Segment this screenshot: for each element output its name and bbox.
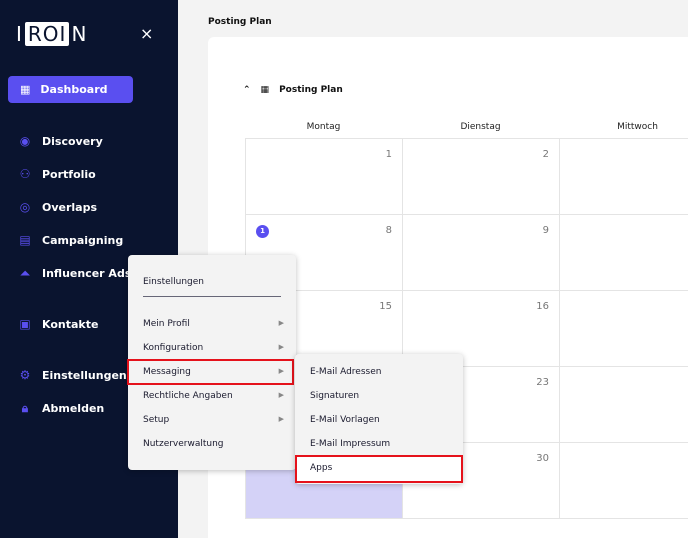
menu-item-label: Mein Profil xyxy=(143,319,190,329)
sidebar-item-label: Dashboard xyxy=(40,83,108,96)
caret-right-icon: ▶ xyxy=(278,391,284,399)
day-number: 8 xyxy=(385,225,392,236)
eye-icon: ◉ xyxy=(19,134,31,148)
highlight-apps xyxy=(295,455,463,483)
menu-item-label: Setup xyxy=(143,415,170,425)
calendar-day-cell[interactable]: 2 xyxy=(402,138,560,215)
logo-i: I xyxy=(16,22,23,46)
sidebar-item-influencer-ads[interactable]: ⏶ Influencer Ads xyxy=(18,266,131,281)
day-number: 16 xyxy=(536,301,549,312)
sidebar-item-dashboard[interactable]: ▦ Dashboard xyxy=(8,76,133,103)
contact-icon: ▣ xyxy=(19,317,31,331)
sidebar-item-kontakte[interactable]: ▣ Kontakte xyxy=(18,317,98,331)
day-number: 2 xyxy=(542,149,549,160)
overlap-icon: ◎ xyxy=(19,200,31,214)
menu-item-mein-profil[interactable]: Mein Profil ▶ xyxy=(143,319,284,329)
close-icon[interactable]: × xyxy=(140,24,153,43)
day-number: 15 xyxy=(379,301,392,312)
sidebar-item-label: Campaigning xyxy=(42,233,124,247)
highlight-messaging xyxy=(127,359,294,385)
sidebar-item-label: Abmelden xyxy=(42,402,105,415)
submenu-item-signaturen[interactable]: Signaturen xyxy=(310,391,359,401)
menu-item-label: Konfiguration xyxy=(143,343,204,353)
calendar-icon: ▦ xyxy=(260,85,270,95)
section-title: Posting Plan xyxy=(279,85,343,95)
caret-right-icon: ▶ xyxy=(278,415,284,423)
page-title: Posting Plan xyxy=(208,17,272,27)
caret-right-icon: ▶ xyxy=(278,343,284,351)
rocket-icon: ⏶ xyxy=(20,266,30,280)
day-header: Mittwoch xyxy=(617,122,658,132)
calendar-day-cell[interactable]: 1 xyxy=(245,138,403,215)
day-number: 23 xyxy=(536,377,549,388)
gear-icon: ⚙ xyxy=(19,368,31,382)
divider xyxy=(143,296,281,297)
day-header: Dienstag xyxy=(460,122,501,132)
users-icon: ⚇ xyxy=(19,167,31,181)
lock-icon: 🔒︎ xyxy=(21,401,29,415)
sidebar-item-discovery[interactable]: ◉ Discovery xyxy=(18,134,103,148)
sidebar-item-label: Portfolio xyxy=(42,167,96,181)
sidebar-item-label: Influencer Ads xyxy=(42,267,132,280)
menu-item-rechtliche-angaben[interactable]: Rechtliche Angaben ▶ xyxy=(143,391,284,401)
sidebar-item-overlaps[interactable]: ◎ Overlaps xyxy=(18,200,97,214)
chevron-up-icon[interactable]: ⌃ xyxy=(243,85,251,95)
sidebar-item-einstellungen[interactable]: ⚙ Einstellungen xyxy=(18,368,127,382)
logo[interactable]: I ROI N xyxy=(16,22,87,46)
calendar-day-cell[interactable] xyxy=(559,138,688,215)
menu-item-konfiguration[interactable]: Konfiguration ▶ xyxy=(143,343,284,353)
submenu-item-email-vorlagen[interactable]: E-Mail Vorlagen xyxy=(310,415,380,425)
logo-n: N xyxy=(71,22,88,46)
day-number: 1 xyxy=(385,149,392,160)
calendar-day-cell[interactable] xyxy=(559,442,688,519)
sidebar-item-label: Kontakte xyxy=(42,317,99,331)
menu-item-setup[interactable]: Setup ▶ xyxy=(143,415,284,425)
calendar-day-cell[interactable] xyxy=(559,366,688,443)
submenu-item-email-adressen[interactable]: E-Mail Adressen xyxy=(310,367,381,377)
menu-item-label: Rechtliche Angaben xyxy=(143,391,233,401)
calendar-day-cell[interactable] xyxy=(559,214,688,291)
sidebar-item-abmelden[interactable]: 🔒︎ Abmelden xyxy=(18,401,104,416)
sidebar-item-campaigning[interactable]: ▤ Campaigning xyxy=(18,233,123,247)
day-number: 30 xyxy=(536,453,549,464)
menu-item-nutzerverwaltung[interactable]: Nutzerverwaltung xyxy=(143,439,284,449)
caret-right-icon: ▶ xyxy=(278,319,284,327)
document-chart-icon: ▤ xyxy=(19,233,31,247)
menu-item-label: Nutzerverwaltung xyxy=(143,439,224,449)
sidebar-item-label: Discovery xyxy=(42,134,103,148)
event-badge[interactable]: 1 xyxy=(256,225,269,238)
sidebar-item-label: Overlaps xyxy=(42,200,98,214)
logo-roi: ROI xyxy=(24,22,70,46)
calendar-day-cell[interactable] xyxy=(559,290,688,367)
submenu-item-email-impressum[interactable]: E-Mail Impressum xyxy=(310,439,390,449)
dashboard-icon: ▦ xyxy=(20,83,31,96)
calendar-day-cell[interactable]: 9 xyxy=(402,214,560,291)
day-header: Montag xyxy=(306,122,341,132)
sidebar-item-label: Einstellungen xyxy=(42,368,127,382)
posting-plan-header[interactable]: ⌃ ▦ Posting Plan xyxy=(243,85,343,95)
menu-title: Einstellungen xyxy=(143,277,205,287)
sidebar-item-portfolio[interactable]: ⚇ Portfolio xyxy=(18,167,96,181)
day-number: 9 xyxy=(542,225,549,236)
